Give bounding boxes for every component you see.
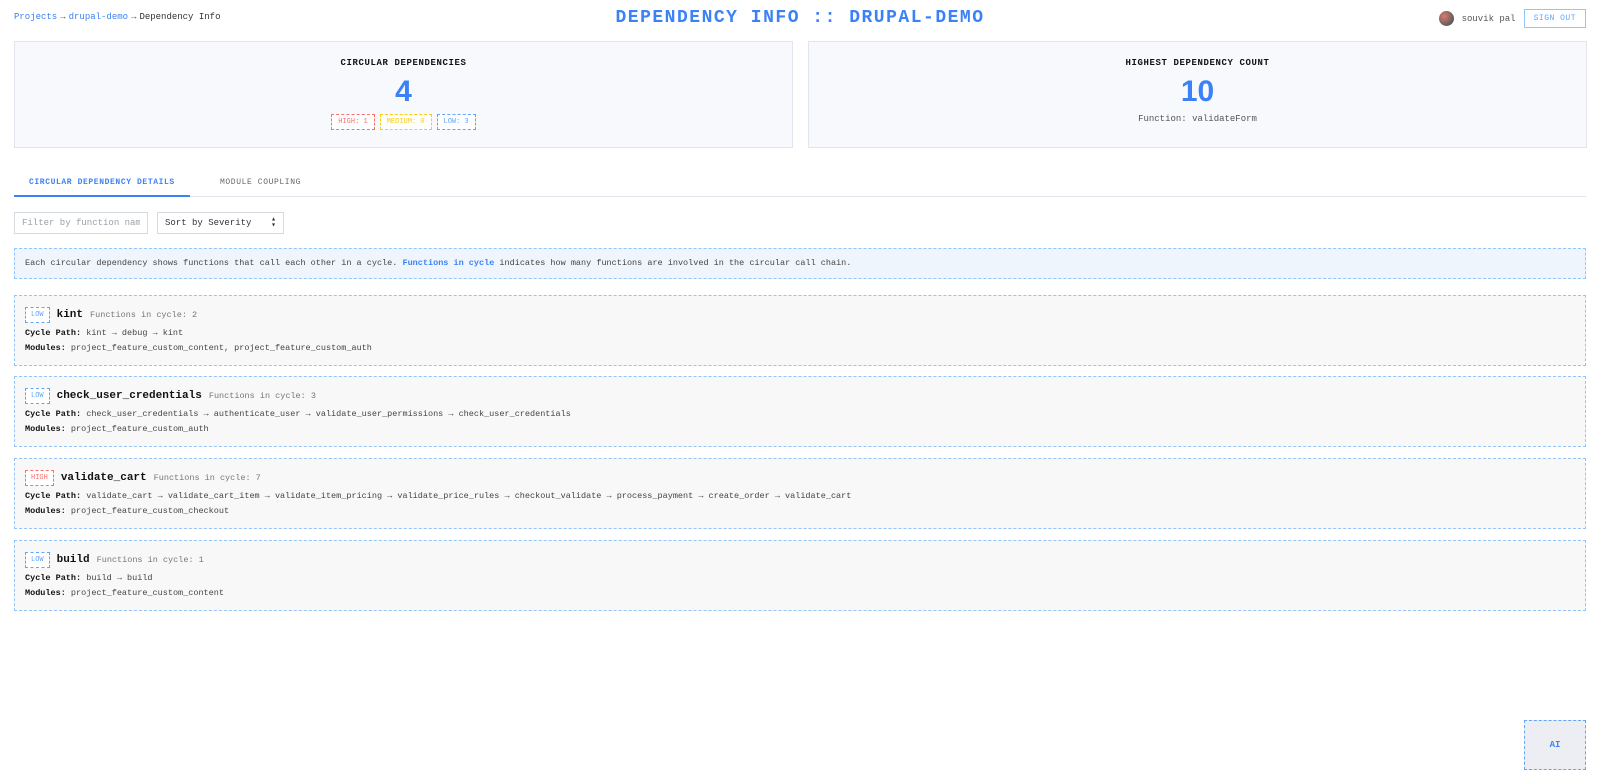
select-arrows-icon: ▴ ▾ bbox=[271, 215, 276, 230]
cycle-modules: Modules: project_feature_custom_content,… bbox=[25, 343, 1575, 353]
cycle-modules: Modules: project_feature_custom_checkout bbox=[25, 506, 1575, 516]
avatar[interactable] bbox=[1438, 11, 1454, 26]
cycle-function-count: Functions in cycle: 7 bbox=[153, 472, 261, 483]
info-text-suffix: indicates how many functions are involve… bbox=[499, 258, 852, 268]
cycle-function-name: kint bbox=[56, 308, 84, 321]
severity-badges: HIGH: 1 MEDIUM: 0 LOW: 3 bbox=[15, 114, 792, 130]
tab-circular-dependency-details[interactable]: CIRCULAR DEPENDENCY DETAILS bbox=[14, 174, 190, 197]
cycle-function-count: Functions in cycle: 3 bbox=[208, 390, 316, 401]
user-name: souvik pal bbox=[1461, 13, 1516, 24]
circular-dependencies-title: CIRCULAR DEPENDENCIES bbox=[340, 58, 467, 68]
highest-dependency-function: Function: validateForm bbox=[1138, 114, 1257, 124]
cycle-severity-badge: LOW bbox=[25, 551, 50, 568]
cycle-modules: Modules: project_feature_custom_auth bbox=[25, 424, 1575, 434]
info-highlight: Functions in cycle bbox=[402, 258, 495, 268]
sort-select[interactable]: Sort by Severity ▴ ▾ bbox=[157, 212, 284, 234]
info-text-prefix: Each circular dependency shows functions… bbox=[25, 258, 398, 268]
cycle-modules-value: project_feature_custom_content, project_… bbox=[70, 343, 372, 353]
cycle-severity-badge: LOW bbox=[25, 306, 50, 323]
sort-select-value: Sort by Severity bbox=[165, 218, 252, 228]
cycle-modules-value: project_feature_custom_auth bbox=[70, 424, 209, 434]
ai-assistant-button[interactable]: AI bbox=[1524, 720, 1586, 770]
cycle-path-label: Cycle Path: bbox=[25, 573, 82, 583]
cycle-card-kint: LOW kint Functions in cycle: 2 Cycle Pat… bbox=[14, 295, 1586, 366]
cycle-path-value: validate_cart → validate_cart_item → val… bbox=[86, 491, 852, 501]
high-severity-badge: HIGH: 1 bbox=[331, 114, 375, 130]
page-title: DEPENDENCY INFO :: DRUPAL-DEMO bbox=[615, 8, 985, 28]
function-filter-input[interactable] bbox=[14, 212, 148, 234]
cycle-path: Cycle Path: build → build bbox=[25, 573, 1575, 583]
highest-dependency-value: 10 bbox=[1180, 75, 1215, 108]
cycle-path-label: Cycle Path: bbox=[25, 328, 82, 338]
cycle-path-value: check_user_credentials → authenticate_us… bbox=[86, 409, 571, 419]
info-banner: Each circular dependency shows functions… bbox=[14, 248, 1586, 279]
cycle-path: Cycle Path: kint → debug → kint bbox=[25, 328, 1575, 338]
cycle-modules: Modules: project_feature_custom_content bbox=[25, 588, 1575, 598]
tab-bar: CIRCULAR DEPENDENCY DETAILS MODULE COUPL… bbox=[14, 174, 1586, 197]
cycle-card-build: LOW build Functions in cycle: 1 Cycle Pa… bbox=[14, 540, 1586, 611]
cycle-modules-value: project_feature_custom_checkout bbox=[70, 506, 230, 516]
cycle-path-label: Cycle Path: bbox=[25, 409, 82, 419]
cycle-modules-label: Modules: bbox=[25, 343, 66, 353]
cycle-function-count: Functions in cycle: 1 bbox=[96, 554, 204, 565]
cycle-severity-badge: LOW bbox=[25, 387, 50, 404]
user-area: souvik pal SIGN OUT bbox=[1438, 9, 1586, 28]
header: Projects → drupal-demo → Dependency Info DEP… bbox=[0, 0, 1600, 36]
cycle-function-count: Functions in cycle: 2 bbox=[90, 309, 198, 320]
cycle-path: Cycle Path: validate_cart → validate_car… bbox=[25, 491, 1575, 501]
circular-dependencies-card: CIRCULAR DEPENDENCIES 4 HIGH: 1 MEDIUM: … bbox=[14, 41, 793, 148]
cycle-function-name: validate_cart bbox=[60, 471, 147, 484]
cycle-card-validate-cart: HIGH validate_cart Functions in cycle: 7… bbox=[14, 458, 1586, 529]
tab-module-coupling[interactable]: MODULE COUPLING bbox=[205, 174, 316, 197]
medium-severity-badge: MEDIUM: 0 bbox=[379, 114, 432, 130]
highest-dependency-card: HIGHEST DEPENDENCY COUNT 10 Function: va… bbox=[808, 41, 1587, 148]
highest-dependency-title: HIGHEST DEPENDENCY COUNT bbox=[1125, 58, 1270, 68]
cycle-modules-label: Modules: bbox=[25, 588, 66, 598]
cycle-severity-badge: HIGH bbox=[25, 469, 54, 486]
cycle-modules-label: Modules: bbox=[25, 506, 66, 516]
cycle-path: Cycle Path: check_user_credentials → aut… bbox=[25, 409, 1575, 419]
cycle-function-name: build bbox=[56, 553, 90, 566]
cycle-path-label: Cycle Path: bbox=[25, 491, 82, 501]
sign-out-button[interactable]: SIGN OUT bbox=[1523, 9, 1586, 28]
cycle-path-value: build → build bbox=[86, 573, 153, 583]
low-severity-badge: LOW: 3 bbox=[436, 114, 476, 130]
cycle-card-check-user-credentials: LOW check_user_credentials Functions in … bbox=[14, 376, 1586, 447]
cycle-path-value: kint → debug → kint bbox=[86, 328, 184, 338]
cycle-modules-value: project_feature_custom_content bbox=[70, 588, 224, 598]
cycle-function-name: check_user_credentials bbox=[56, 389, 202, 402]
cycle-modules-label: Modules: bbox=[25, 424, 66, 434]
circular-dependencies-value: 4 bbox=[395, 75, 412, 108]
